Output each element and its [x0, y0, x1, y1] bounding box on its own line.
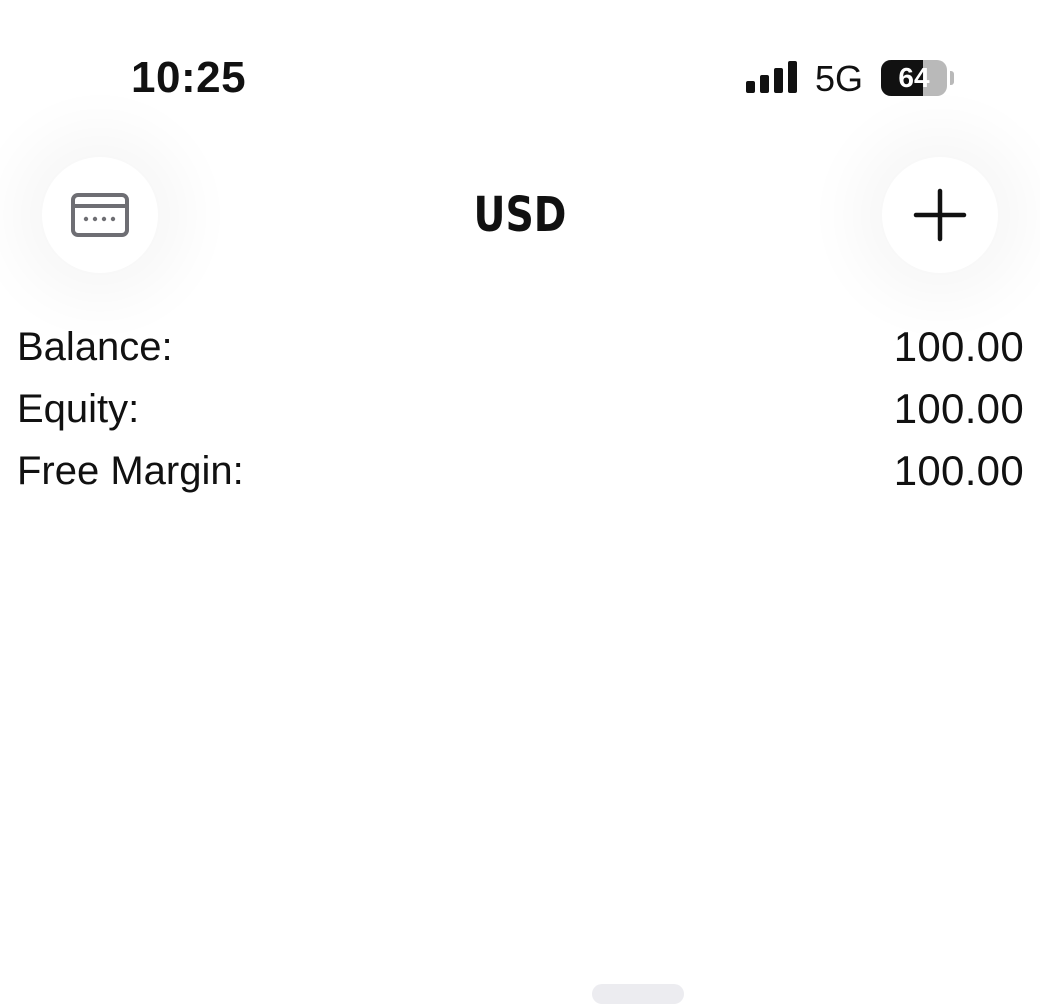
equity-label: Equity:	[17, 387, 140, 431]
battery-percentage: 64	[898, 62, 930, 93]
equity-row: Equity: 100.00	[17, 378, 1024, 440]
free-margin-row: Free Margin: 100.00	[17, 440, 1024, 502]
battery-cap	[950, 71, 954, 85]
plus-icon	[913, 188, 967, 242]
balance-value: 100.00	[893, 323, 1024, 370]
status-bar: 10:25 5G 64	[0, 0, 1040, 140]
free-margin-label: Free Margin:	[17, 449, 244, 493]
cellular-signal-icon	[746, 61, 797, 93]
balance-row: Balance: 100.00	[17, 316, 1024, 378]
equity-value: 100.00	[893, 385, 1024, 432]
page-title: USD	[473, 187, 567, 243]
status-time: 10:25	[131, 53, 247, 102]
battery-icon: 64	[881, 60, 947, 96]
free-margin-value: 100.00	[893, 447, 1024, 494]
balance-label: Balance:	[17, 325, 173, 369]
network-type-label: 5G	[815, 58, 864, 99]
account-summary: Balance: 100.00 Equity: 100.00 Free Marg…	[17, 316, 1024, 502]
home-indicator[interactable]	[592, 984, 684, 1004]
add-button[interactable]	[882, 157, 998, 273]
